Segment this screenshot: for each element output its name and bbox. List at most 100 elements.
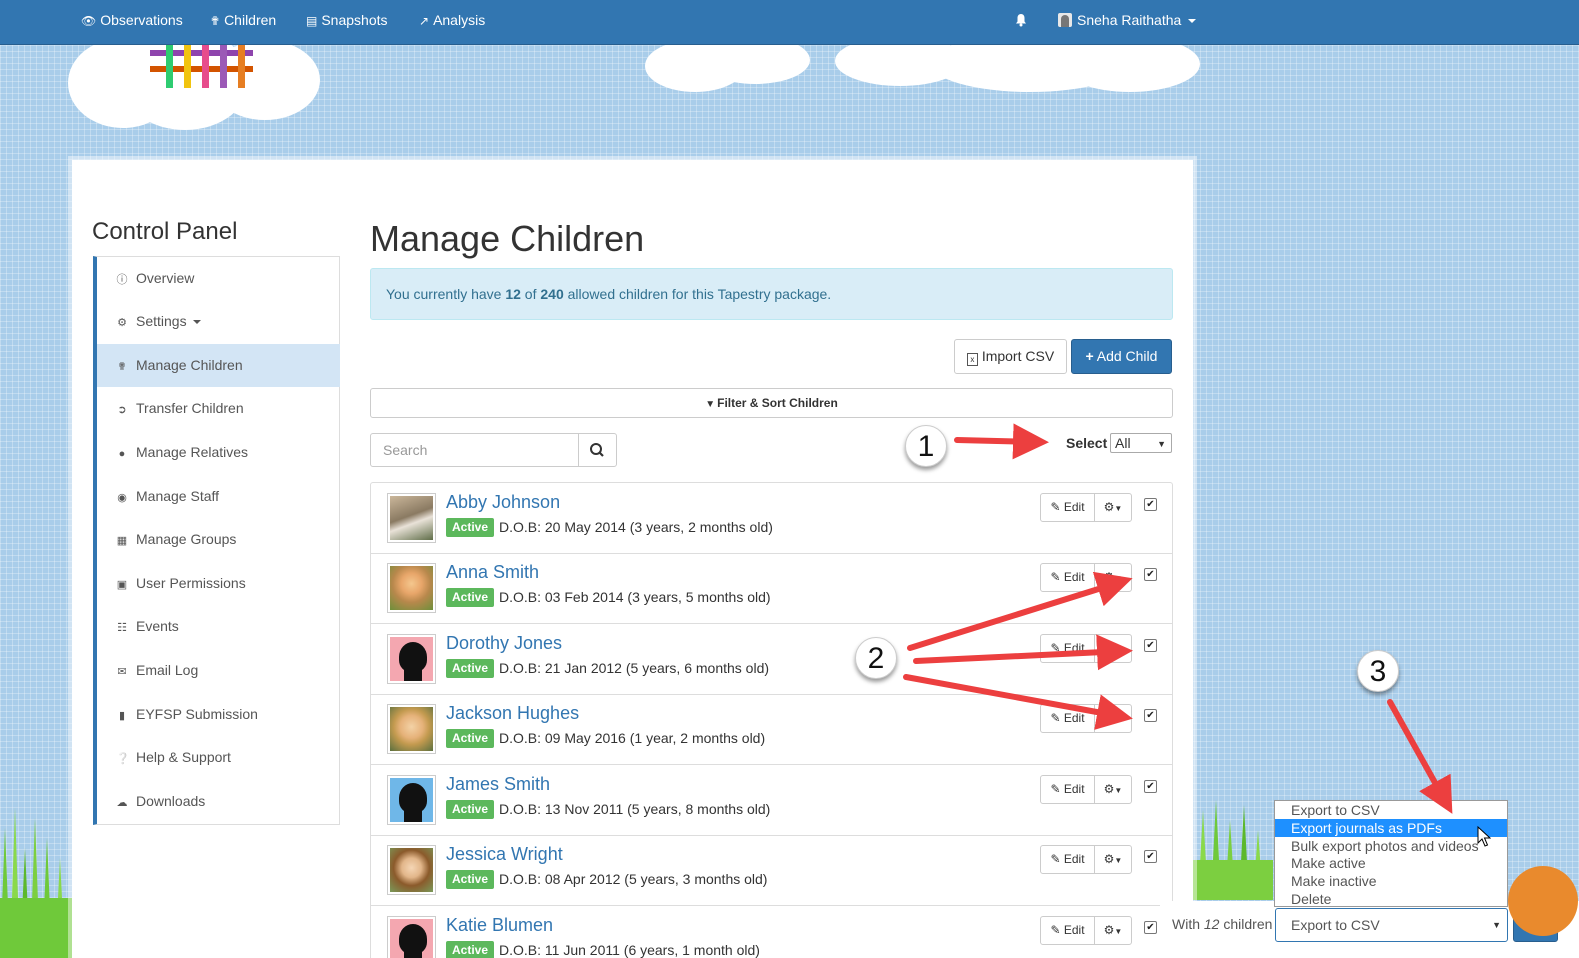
row-checkbox[interactable]: ✔ bbox=[1144, 568, 1157, 581]
option-export-csv[interactable]: Export to CSV bbox=[1275, 801, 1507, 819]
row-actions-button[interactable]: ⚙▼ bbox=[1094, 916, 1132, 945]
mouse-cursor-icon bbox=[1477, 826, 1491, 847]
option-delete[interactable]: Delete bbox=[1275, 890, 1507, 908]
row-checkbox[interactable]: ✔ bbox=[1144, 780, 1157, 793]
edit-button[interactable]: ✎ Edit bbox=[1040, 634, 1095, 663]
row-actions-button[interactable]: ⚙▼ bbox=[1094, 775, 1132, 804]
sidebar-item-settings[interactable]: ⚙ Settings bbox=[97, 300, 340, 343]
sidebar-item-downloads[interactable]: ☁ Downloads bbox=[97, 780, 340, 823]
add-child-button[interactable]: + Add Child bbox=[1071, 339, 1172, 374]
row-checkbox[interactable]: ✔ bbox=[1144, 921, 1157, 934]
child-name-link[interactable]: James Smith bbox=[446, 774, 550, 795]
bulk-action-options: Export to CSV Export journals as PDFs Bu… bbox=[1274, 800, 1508, 907]
grid-icon: ▦ bbox=[116, 535, 128, 547]
chevron-down-icon: ▼ bbox=[1114, 927, 1123, 936]
snapshots-icon: ▤ bbox=[306, 14, 318, 28]
help-chat-button[interactable] bbox=[1508, 866, 1578, 936]
sidebar-item-manage-children[interactable]: ✟ Manage Children bbox=[97, 344, 340, 387]
list-item: James Smith Active D.O.B: 13 Nov 2011 (5… bbox=[371, 765, 1172, 836]
child-name-link[interactable]: Anna Smith bbox=[446, 562, 539, 583]
nav-analysis[interactable]: ↗ Analysis bbox=[419, 0, 485, 40]
gear-icon: ⚙ bbox=[117, 317, 127, 329]
row-actions-button[interactable]: ⚙▼ bbox=[1094, 704, 1132, 733]
sidebar-item-eyfsp-submission[interactable]: ▮ EYFSP Submission bbox=[97, 693, 340, 736]
sidebar-item-email-log[interactable]: ✉ Email Log bbox=[97, 649, 340, 692]
sidebar-item-manage-relatives[interactable]: ● Manage Relatives bbox=[97, 431, 340, 474]
select-dropdown[interactable]: All ▼ bbox=[1110, 433, 1172, 453]
annotation-callout-3: 3 bbox=[1357, 650, 1399, 692]
notifications-button[interactable] bbox=[1014, 0, 1028, 40]
child-name-link[interactable]: Dorothy Jones bbox=[446, 633, 562, 654]
status-badge: Active bbox=[446, 729, 495, 748]
pencil-icon: ✎ bbox=[1050, 782, 1061, 796]
search-button[interactable] bbox=[578, 433, 617, 467]
child-name-link[interactable]: Abby Johnson bbox=[446, 492, 560, 513]
pencil-icon: ✎ bbox=[1050, 500, 1061, 514]
package-info-alert: You currently have 12 of 240 allowed chi… bbox=[370, 268, 1173, 320]
child-photo bbox=[387, 916, 436, 958]
row-checkbox[interactable]: ✔ bbox=[1144, 850, 1157, 863]
envelope-icon: ✉ bbox=[117, 666, 127, 678]
row-checkbox[interactable]: ✔ bbox=[1144, 709, 1157, 722]
nav-snapshots[interactable]: ▤ Snapshots bbox=[306, 0, 388, 40]
list-item: Abby Johnson Active D.O.B: 20 May 2014 (… bbox=[371, 483, 1172, 554]
chevron-down-icon: ▼ bbox=[1492, 920, 1501, 930]
chevron-down-icon: ▼ bbox=[1157, 439, 1166, 449]
search-icon bbox=[590, 443, 604, 457]
select-label: Select bbox=[1066, 435, 1108, 451]
option-bulk-export-media[interactable]: Bulk export photos and videos bbox=[1275, 837, 1507, 855]
edit-button[interactable]: ✎ Edit bbox=[1040, 775, 1095, 804]
user-menu[interactable]: Sneha Raithatha bbox=[1058, 0, 1197, 40]
edit-button[interactable]: ✎ Edit bbox=[1040, 845, 1095, 874]
edit-button[interactable]: ✎ Edit bbox=[1040, 916, 1095, 945]
row-actions-button[interactable]: ⚙▼ bbox=[1094, 845, 1132, 874]
row-actions-button[interactable]: ⚙▼ bbox=[1094, 563, 1132, 592]
arrow-to-export-option bbox=[1387, 699, 1453, 814]
children-list: Abby Johnson Active D.O.B: 20 May 2014 (… bbox=[370, 482, 1173, 958]
edit-button[interactable]: ✎ Edit bbox=[1040, 704, 1095, 733]
child-dob: D.O.B: 21 Jan 2012 (5 years, 6 months ol… bbox=[499, 660, 770, 676]
sidebar-item-user-permissions[interactable]: ▣ User Permissions bbox=[97, 562, 340, 605]
option-export-journals-pdf[interactable]: Export journals as PDFs bbox=[1275, 819, 1507, 837]
info-icon: ⓘ bbox=[116, 274, 128, 286]
sidebar-item-help-support[interactable]: ❔ Help & Support bbox=[97, 736, 340, 779]
bulk-action-select[interactable]: Export to CSV ▼ bbox=[1275, 908, 1508, 942]
option-make-active[interactable]: Make active bbox=[1275, 854, 1507, 872]
child-photo bbox=[387, 775, 436, 825]
top-navbar: 👁 Observations ✟ Children ▤ Snapshots ↗ Anal… bbox=[0, 0, 1579, 45]
pencil-icon: ✎ bbox=[1050, 641, 1061, 655]
row-actions-button[interactable]: ⚙▼ bbox=[1094, 493, 1132, 522]
gear-icon: ⚙ bbox=[1103, 782, 1115, 796]
row-checkbox[interactable]: ✔ bbox=[1144, 639, 1157, 652]
child-name-link[interactable]: Jessica Wright bbox=[446, 844, 563, 865]
cloud-download-icon: ☁ bbox=[116, 797, 128, 809]
grass-right bbox=[1193, 800, 1273, 900]
status-badge: Active bbox=[446, 518, 495, 537]
filter-sort-bar[interactable]: ▼ Filter & Sort Children bbox=[370, 388, 1173, 418]
bell-icon bbox=[1016, 14, 1026, 27]
sidebar-item-events[interactable]: ☷ Events bbox=[97, 605, 340, 648]
child-name-link[interactable]: Katie Blumen bbox=[446, 915, 553, 936]
child-name-link[interactable]: Jackson Hughes bbox=[446, 703, 579, 724]
gear-icon: ⚙ bbox=[1103, 570, 1115, 584]
nav-observations[interactable]: 👁 Observations bbox=[81, 0, 183, 40]
calendar-icon: ☷ bbox=[117, 622, 127, 634]
child-dob: D.O.B: 03 Feb 2014 (3 years, 5 months ol… bbox=[499, 589, 771, 605]
import-csv-button[interactable]: x Import CSV bbox=[954, 339, 1067, 374]
search-input[interactable] bbox=[370, 433, 579, 467]
chevron-down-icon: ▼ bbox=[1114, 715, 1123, 724]
sidebar-item-overview[interactable]: ⓘ Overview bbox=[97, 257, 340, 300]
avatar bbox=[1058, 13, 1072, 27]
users-icon: ◉ bbox=[117, 492, 127, 504]
status-badge: Active bbox=[446, 588, 495, 607]
sidebar-item-manage-groups[interactable]: ▦ Manage Groups bbox=[97, 518, 340, 561]
nav-children[interactable]: ✟ Children bbox=[210, 0, 276, 40]
sidebar-item-manage-staff[interactable]: ◉ Manage Staff bbox=[97, 475, 340, 518]
edit-button[interactable]: ✎ Edit bbox=[1040, 493, 1095, 522]
row-checkbox[interactable]: ✔ bbox=[1144, 498, 1157, 511]
edit-button[interactable]: ✎ Edit bbox=[1040, 563, 1095, 592]
option-make-inactive[interactable]: Make inactive bbox=[1275, 872, 1507, 890]
row-actions-button[interactable]: ⚙▼ bbox=[1094, 634, 1132, 663]
sidebar-item-transfer-children[interactable]: ➲ Transfer Children bbox=[97, 387, 340, 430]
list-item: Dorothy Jones Active D.O.B: 21 Jan 2012 … bbox=[371, 624, 1172, 695]
